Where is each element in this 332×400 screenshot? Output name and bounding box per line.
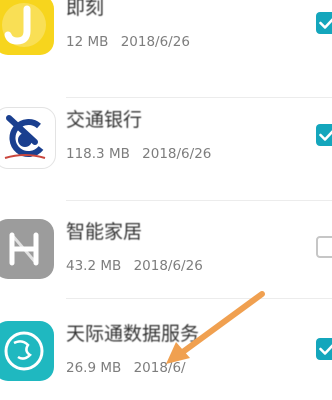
list-item[interactable]: 天际通数据服务 26.9 MB 2018/6/ [0, 300, 332, 400]
app-list: 即刻 12 MB 2018/6/26 交通银行 118.3 MB 2018/6/… [0, 0, 332, 381]
smart-home-icon [0, 219, 54, 279]
app-meta: 118.3 MB 2018/6/26 [66, 146, 211, 162]
app-date: 2018/6/26 [133, 258, 203, 274]
app-size: 12 MB [66, 34, 109, 50]
app-date: 2018/6/ [133, 360, 186, 376]
app-size: 118.3 MB [66, 146, 130, 162]
select-checkbox[interactable] [316, 338, 332, 360]
globe-icon [0, 321, 54, 381]
select-checkbox[interactable] [316, 124, 332, 146]
app-name: 天际通数据服务 [66, 323, 200, 345]
bocom-icon [0, 107, 56, 169]
jike-icon [0, 0, 54, 55]
divider [66, 298, 332, 299]
list-item[interactable]: 智能家居 43.2 MB 2018/6/26 [0, 198, 332, 298]
app-meta: 12 MB 2018/6/26 [66, 34, 190, 50]
checkmark-icon [319, 344, 332, 355]
select-checkbox[interactable] [316, 12, 332, 34]
app-size: 43.2 MB [66, 258, 122, 274]
list-item[interactable]: 交通银行 118.3 MB 2018/6/26 [0, 86, 332, 186]
app-meta: 43.2 MB 2018/6/26 [66, 258, 203, 274]
checkmark-icon [319, 18, 332, 29]
app-date: 2018/6/26 [142, 146, 212, 162]
app-name: 交通银行 [66, 109, 143, 131]
app-name: 即刻 [66, 0, 105, 19]
app-name: 智能家居 [66, 221, 143, 243]
app-date: 2018/6/26 [120, 34, 190, 50]
list-item[interactable]: 即刻 12 MB 2018/6/26 [0, 0, 332, 74]
app-size: 26.9 MB [66, 360, 122, 376]
select-checkbox[interactable] [316, 236, 332, 258]
checkmark-icon [319, 130, 332, 141]
app-meta: 26.9 MB 2018/6/ [66, 360, 186, 376]
